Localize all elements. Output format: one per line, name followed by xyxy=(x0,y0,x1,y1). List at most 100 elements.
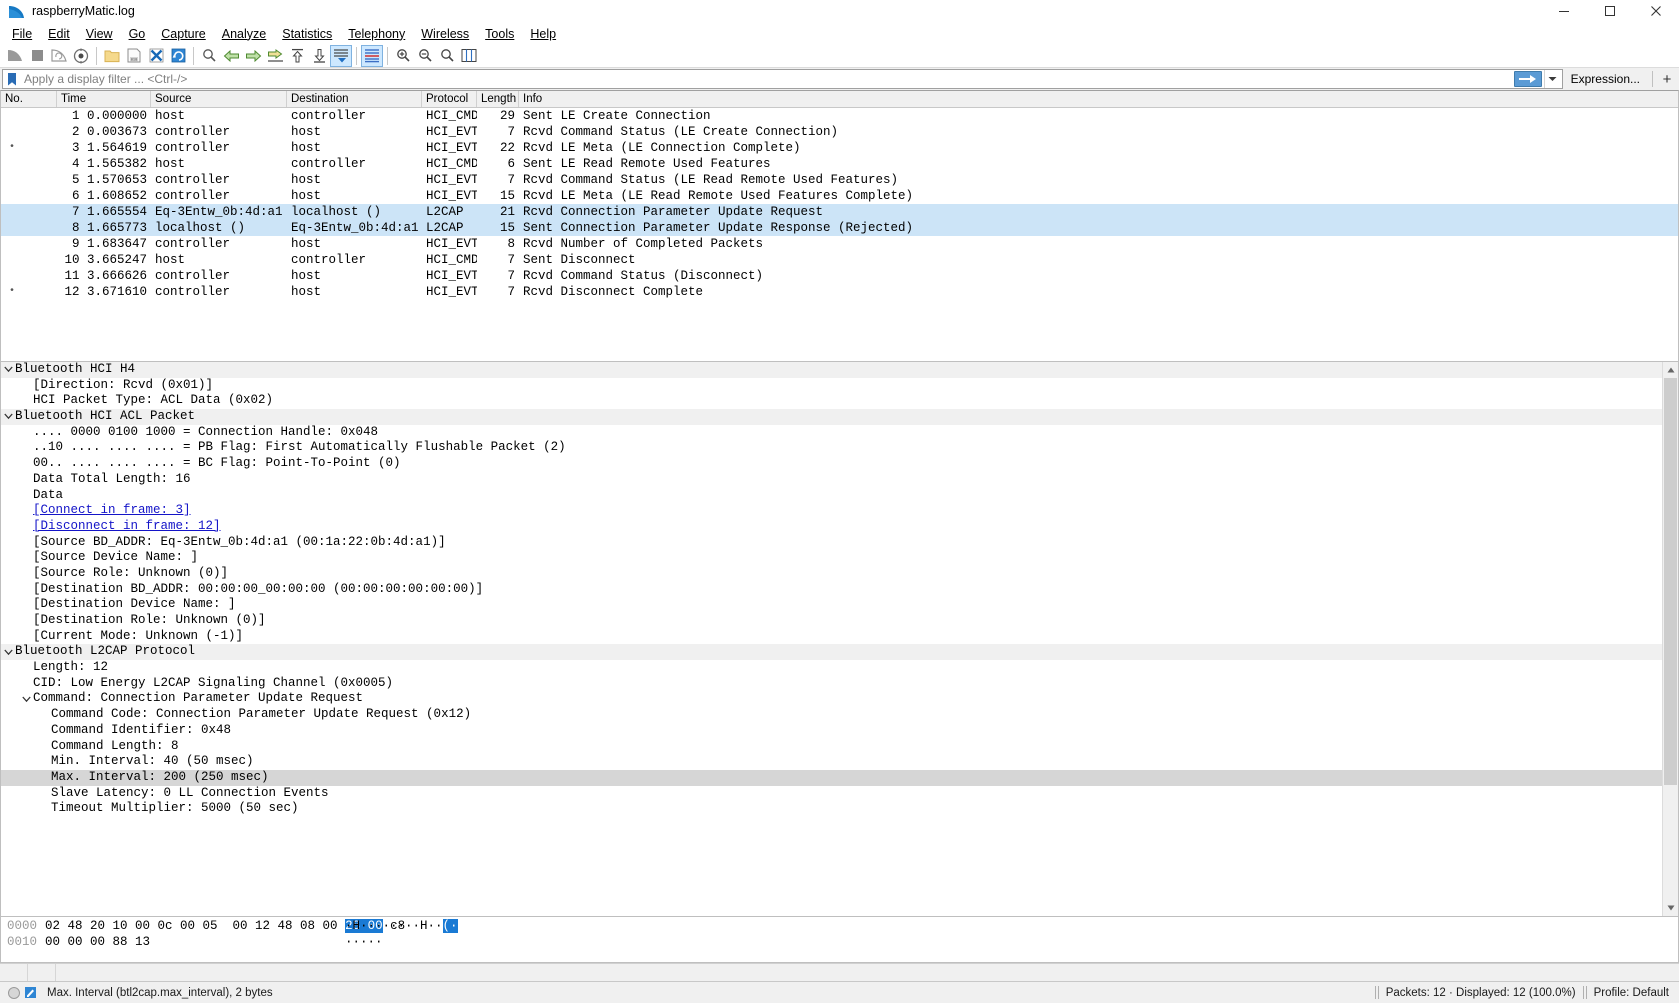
scroll-down-arrow-icon[interactable] xyxy=(1663,900,1678,916)
detail-tree-item[interactable]: Command: Connection Parameter Update Req… xyxy=(1,691,1662,707)
detail-tree-item[interactable]: Min. Interval: 40 (50 msec) xyxy=(1,754,1662,770)
zoom-in-icon[interactable] xyxy=(392,45,414,67)
menu-telephony[interactable]: Telephony xyxy=(340,25,413,43)
menu-statistics[interactable]: Statistics xyxy=(274,25,340,43)
minimize-button[interactable] xyxy=(1541,0,1587,23)
status-bar-profile[interactable]: Profile: Default xyxy=(1594,987,1679,999)
save-file-icon[interactable]: 010 xyxy=(123,45,145,67)
detail-tree-item[interactable]: Data Total Length: 16 xyxy=(1,472,1662,488)
packet-list-row[interactable]: 10 3.665247 host controller HCI_CMD 7 Sent Di… xyxy=(1,252,1678,268)
scrollbar-thumb[interactable] xyxy=(1664,378,1677,786)
chevron-down-icon[interactable] xyxy=(1,649,15,656)
menu-file[interactable]: File xyxy=(4,25,40,43)
packet-list-row[interactable]: 5 1.570653 controller host HCI_EVT 7 Rcvd Com… xyxy=(1,172,1678,188)
menu-view[interactable]: View xyxy=(78,25,121,43)
detail-tree-item[interactable]: 00.. .... .... .... = BC Flag: Point-To-… xyxy=(1,456,1662,472)
ascii-bytes[interactable]: ·H········H··(· xyxy=(345,919,458,935)
scroll-up-arrow-icon[interactable] xyxy=(1663,362,1678,378)
menu-analyze[interactable]: Analyze xyxy=(214,25,274,43)
ascii-bytes[interactable]: ····· xyxy=(345,935,383,951)
column-header-time[interactable]: Time xyxy=(57,91,151,107)
chevron-down-icon[interactable] xyxy=(1,366,15,373)
packet-list-row[interactable]: 4 1.565382 host controller HCI_CMD 6 Sent LE … xyxy=(1,156,1678,172)
detail-tree-item[interactable]: [Destination BD_ADDR: 00:00:00_00:00:00 … xyxy=(1,582,1662,598)
hex-bytes[interactable]: 02 48 20 10 00 0c 00 05 00 12 48 08 00 2… xyxy=(45,919,405,935)
start-capture-icon[interactable] xyxy=(4,45,26,67)
packet-list-row[interactable]: • 12 3.671610 controller host HCI_EVT 7 Rcvd D… xyxy=(1,284,1678,300)
detail-tree-item[interactable]: CID: Low Energy L2CAP Signaling Channel … xyxy=(1,676,1662,692)
packet-list-row[interactable]: 1 0.000000 host controller HCI_CMD 29 Sent LE… xyxy=(1,108,1678,124)
packet-list-row[interactable]: 11 3.666626 controller host HCI_EVT 7 Rcvd Co… xyxy=(1,268,1678,284)
auto-scroll-icon[interactable] xyxy=(330,44,352,67)
go-first-packet-icon[interactable] xyxy=(286,45,308,67)
detail-tree-item[interactable]: [Source Role: Unknown (0)] xyxy=(1,566,1662,582)
maximize-button[interactable] xyxy=(1587,0,1633,23)
detail-tree-item[interactable]: [Destination Role: Unknown (0)] xyxy=(1,613,1662,629)
detail-tree-item[interactable]: Data xyxy=(1,488,1662,504)
detail-tree-item[interactable]: Max. Interval: 200 (250 msec) xyxy=(1,769,1662,786)
detail-frame-link[interactable]: [Connect in frame: 3] xyxy=(33,503,191,519)
ascii-selected-bytes[interactable]: (· xyxy=(442,919,458,933)
menu-edit[interactable]: Edit xyxy=(40,25,78,43)
packet-list-row[interactable]: • 3 1.564619 controller host HCI_EVT 22 Rcvd L… xyxy=(1,140,1678,156)
detail-tree-item[interactable]: Command Length: 8 xyxy=(1,739,1662,755)
find-packet-icon[interactable] xyxy=(198,45,220,67)
hex-dump-row[interactable]: 0010 00 00 00 88 13 ····· xyxy=(1,935,1678,951)
bytes-tab-cell-2[interactable] xyxy=(28,964,56,981)
packet-list-pane[interactable]: No. Time Source Destination Protocol Len… xyxy=(0,90,1679,362)
detail-tree-item[interactable]: .... 0000 0100 1000 = Connection Handle:… xyxy=(1,425,1662,441)
column-header-source[interactable]: Source xyxy=(151,91,287,107)
chevron-down-icon[interactable] xyxy=(19,696,33,703)
menu-tools[interactable]: Tools xyxy=(477,25,522,43)
packet-details-pane[interactable]: Bluetooth HCI H4 [Direction: Rcvd (0x01)]… xyxy=(0,362,1679,917)
column-header-length[interactable]: Length xyxy=(477,91,519,107)
column-header-no[interactable]: No. xyxy=(1,91,57,107)
menu-go[interactable]: Go xyxy=(121,25,154,43)
detail-tree-item[interactable]: Bluetooth HCI H4 xyxy=(1,362,1662,378)
open-file-icon[interactable] xyxy=(101,45,123,67)
restart-capture-icon[interactable] xyxy=(48,45,70,67)
detail-tree-item[interactable]: Bluetooth HCI ACL Packet xyxy=(1,409,1662,425)
chevron-down-icon[interactable] xyxy=(1,413,15,420)
detail-tree-item[interactable]: Command Identifier: 0x48 xyxy=(1,723,1662,739)
menu-help[interactable]: Help xyxy=(522,25,564,43)
hex-dump-row[interactable]: 0000 02 48 20 10 00 0c 00 05 00 12 48 08 … xyxy=(1,919,1678,935)
close-file-icon[interactable] xyxy=(145,45,167,67)
expert-info-icon[interactable] xyxy=(8,986,20,999)
bytes-tab-cell-1[interactable] xyxy=(0,964,28,981)
column-header-protocol[interactable]: Protocol xyxy=(422,91,477,107)
normal-size-icon[interactable] xyxy=(436,45,458,67)
capture-file-comment-icon[interactable] xyxy=(24,986,37,999)
apply-filter-arrow-icon[interactable] xyxy=(1513,71,1542,87)
detail-tree-item[interactable]: ..10 .... .... .... = PB Flag: First Aut… xyxy=(1,440,1662,456)
reload-file-icon[interactable] xyxy=(167,45,189,67)
column-header-destination[interactable]: Destination xyxy=(287,91,422,107)
packet-list-row[interactable]: 6 1.608652 controller host HCI_EVT 15 Rcvd LE… xyxy=(1,188,1678,204)
packet-bytes-pane[interactable]: 0000 02 48 20 10 00 0c 00 05 00 12 48 08 … xyxy=(0,917,1679,963)
detail-tree-item[interactable]: [Direction: Rcvd (0x01)] xyxy=(1,378,1662,394)
filter-input[interactable]: Apply a display filter ... <Ctrl-/> xyxy=(20,72,1514,86)
detail-frame-link[interactable]: [Disconnect in frame: 12] xyxy=(33,519,221,535)
detail-tree-item[interactable]: Length: 12 xyxy=(1,660,1662,676)
detail-tree-item[interactable]: [Connect in frame: 3] xyxy=(1,503,1662,519)
detail-tree-item[interactable]: HCI Packet Type: ACL Data (0x02) xyxy=(1,393,1662,409)
detail-tree-item[interactable]: [Current Mode: Unknown (-1)] xyxy=(1,629,1662,645)
close-button[interactable] xyxy=(1633,0,1679,23)
column-header-info[interactable]: Info xyxy=(519,91,1678,107)
packet-list-row[interactable]: 9 1.683647 controller host HCI_EVT 8 Rcvd Num… xyxy=(1,236,1678,252)
packet-list-row[interactable]: 2 0.003673 controller host HCI_EVT 7 Rcvd Com… xyxy=(1,124,1678,140)
filter-expression-button[interactable]: Expression... xyxy=(1563,69,1648,89)
capture-options-icon[interactable] xyxy=(70,45,92,67)
chevron-down-icon[interactable] xyxy=(1543,70,1561,88)
detail-tree-item[interactable]: [Source Device Name: ] xyxy=(1,550,1662,566)
filter-bookmark-icon[interactable] xyxy=(4,70,20,88)
detail-tree-item[interactable]: Timeout Multiplier: 5000 (50 sec) xyxy=(1,801,1662,817)
zoom-out-icon[interactable] xyxy=(414,45,436,67)
detail-tree-item[interactable]: [Destination Device Name: ] xyxy=(1,597,1662,613)
stop-capture-icon[interactable] xyxy=(26,45,48,67)
filter-input-wrapper[interactable]: Apply a display filter ... <Ctrl-/> xyxy=(2,69,1563,89)
detail-tree-item[interactable]: [Disconnect in frame: 12] xyxy=(1,519,1662,535)
go-back-icon[interactable] xyxy=(220,45,242,67)
menu-capture[interactable]: Capture xyxy=(153,25,213,43)
add-filter-button[interactable]: + xyxy=(1657,71,1677,88)
